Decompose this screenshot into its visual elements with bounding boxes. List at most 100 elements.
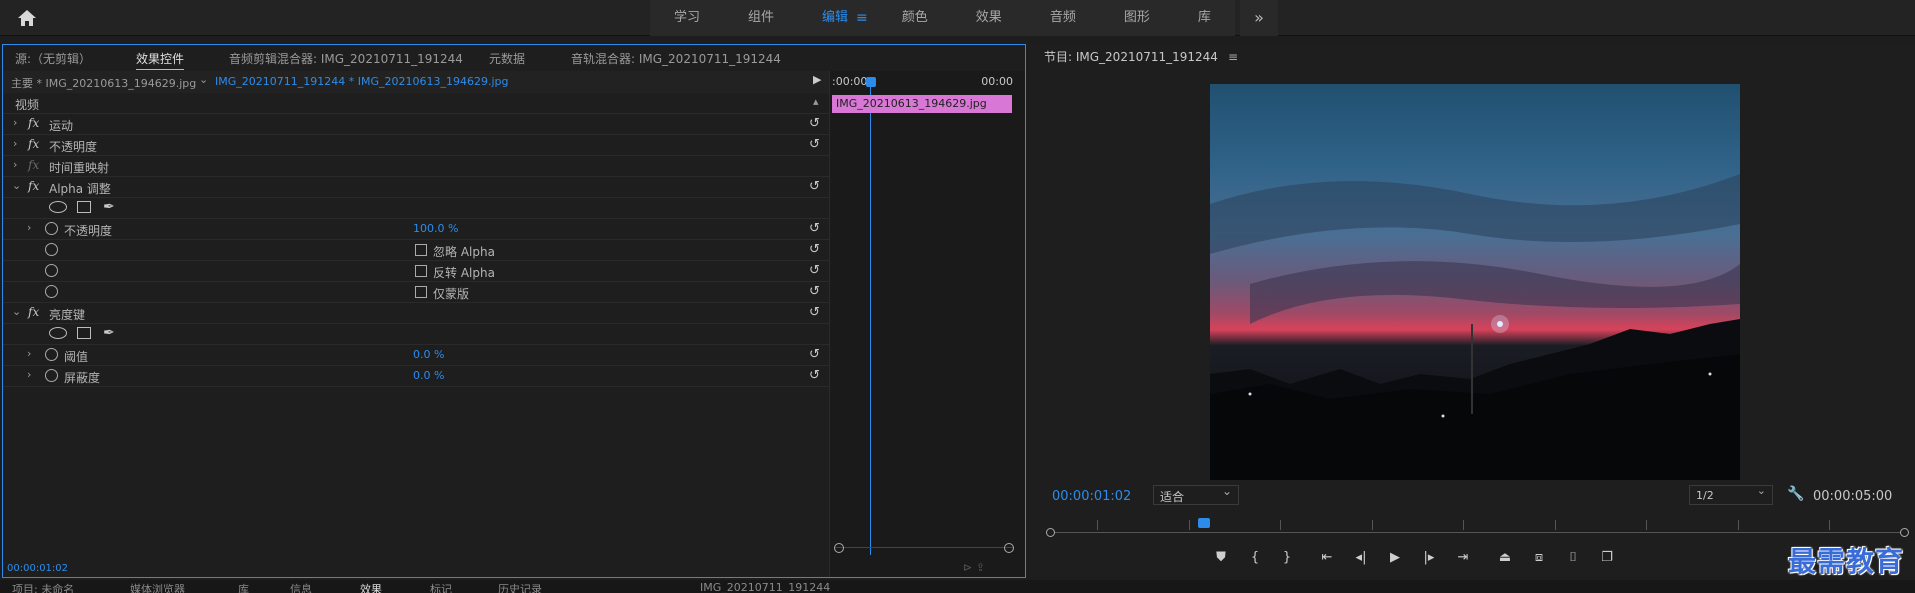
effect-timeline[interactable]: :00:00 00:00 IMG_20210613_194629.jpg [829, 71, 1025, 577]
stopwatch-icon[interactable] [45, 369, 58, 382]
reset-icon[interactable]: ↺ [809, 284, 820, 299]
playback-resolution-select[interactable]: 1/2 [1689, 484, 1773, 505]
program-monitor-title[interactable]: 节目: IMG_20210711_191244 ≡ [1044, 48, 1238, 65]
timeline-zoom-scrollbar[interactable] [834, 543, 1014, 555]
ellipse-mask-icon[interactable] [49, 327, 67, 339]
add-marker-icon[interactable]: ⛊ [1210, 546, 1232, 570]
workspace-tab-color[interactable]: 颜色 [878, 0, 952, 36]
pen-mask-icon[interactable]: ✒ [103, 325, 115, 341]
timeline-clip[interactable]: IMG_20210613_194629.jpg [832, 95, 1012, 113]
tab-audio-clip-mixer[interactable]: 音频剪辑混合器: IMG_20210711_191244 [229, 50, 463, 67]
reset-icon[interactable]: ↺ [809, 221, 820, 236]
chevron-right-icon[interactable]: › [13, 116, 17, 129]
workspace-tab-assembly[interactable]: 组件 [724, 0, 798, 36]
effect-row-motion[interactable]: › fx 运动 ↺ [3, 114, 829, 135]
reset-icon[interactable]: ↺ [809, 116, 820, 131]
chevron-down-icon[interactable]: ⌄ [12, 305, 21, 318]
workspace-tab-graphics[interactable]: 图形 [1100, 0, 1174, 36]
param-value-cutoff[interactable]: 0.0 % [413, 369, 444, 382]
monitor-playhead[interactable] [1198, 518, 1210, 528]
zoom-fit-select[interactable]: 适合 [1153, 484, 1239, 505]
tab-metadata[interactable]: 元数据 [489, 50, 525, 67]
rectangle-mask-icon[interactable] [77, 201, 91, 213]
param-value-threshold[interactable]: 0.0 % [413, 348, 444, 361]
reset-icon[interactable]: ↺ [809, 347, 820, 362]
program-video-frame[interactable] [1210, 84, 1740, 480]
chevron-right-icon[interactable]: › [27, 368, 31, 381]
footer-filter-icon[interactable]: ⊳ ⇪ [963, 561, 985, 574]
tab-audio-track-mixer[interactable]: 音轨混合器: IMG_20210711_191244 [571, 50, 781, 67]
chevron-right-icon[interactable]: › [27, 221, 31, 234]
param-row-threshold[interactable]: › 阈值 0.0 % ↺ [3, 345, 829, 366]
comparison-view-icon[interactable]: ❐ [1596, 546, 1618, 570]
fx-icon[interactable]: fx [28, 137, 39, 151]
reset-icon[interactable]: ↺ [809, 263, 820, 278]
effect-row-time-remap[interactable]: › fx 时间重映射 [3, 156, 829, 177]
reset-icon[interactable]: ↺ [809, 179, 820, 194]
step-forward-icon[interactable]: |▸ [1418, 546, 1440, 570]
workspace-tab-libraries[interactable]: 库 [1174, 0, 1235, 36]
param-row-mask-only[interactable]: 仅蒙版 ↺ [3, 282, 829, 303]
tab-markers[interactable]: 标记 [430, 581, 452, 593]
fx-icon[interactable]: fx [28, 179, 39, 193]
tab-libraries[interactable]: 库 [238, 581, 249, 593]
tab-project[interactable]: 项目: 未命名 [12, 581, 74, 593]
tab-history[interactable]: 历史记录 [498, 581, 542, 593]
workspace-tab-audio[interactable]: 音频 [1026, 0, 1100, 36]
camera-export-frame-icon[interactable]: ⌷ [1562, 546, 1584, 570]
playhead-handle[interactable] [866, 77, 876, 87]
rectangle-mask-icon[interactable] [77, 327, 91, 339]
stopwatch-icon[interactable] [45, 222, 58, 235]
tab-effect-controls[interactable]: 效果控件 [136, 50, 185, 70]
step-back-icon[interactable]: ◂| [1350, 546, 1372, 570]
mask-only-checkbox[interactable] [415, 286, 427, 298]
play-icon[interactable]: ▶ [1384, 546, 1406, 570]
ellipse-mask-icon[interactable] [49, 201, 67, 213]
stopwatch-icon[interactable] [45, 264, 58, 277]
tab-info[interactable]: 信息 [290, 581, 312, 593]
zoom-handle-right[interactable] [1900, 528, 1909, 537]
param-row-invert-alpha[interactable]: 反转 Alpha ↺ [3, 261, 829, 282]
reset-icon[interactable]: ↺ [809, 368, 820, 383]
go-to-in-icon[interactable]: ⇤ [1316, 546, 1338, 570]
zoom-handle-left[interactable] [1046, 528, 1055, 537]
param-row-ignore-alpha[interactable]: 忽略 Alpha ↺ [3, 240, 829, 261]
chevron-down-icon[interactable]: ⌄ [12, 179, 21, 192]
tab-media-browser[interactable]: 媒体浏览器 [130, 581, 185, 593]
workspace-tab-effects[interactable]: 效果 [952, 0, 1026, 36]
mark-in-icon[interactable]: { [1244, 546, 1266, 570]
param-row-cutoff[interactable]: › 屏蔽度 0.0 % ↺ [3, 366, 829, 387]
playhead-timecode[interactable]: 00:00:01:02 [1052, 489, 1131, 504]
chevron-right-icon[interactable]: › [13, 158, 17, 171]
effect-row-opacity[interactable]: › fx 不透明度 ↺ [3, 135, 829, 156]
extract-icon[interactable]: ⧈ [1528, 546, 1550, 570]
param-value-opacity[interactable]: 100.0 % [413, 222, 458, 235]
home-icon[interactable] [16, 8, 38, 28]
go-to-out-icon[interactable]: ⇥ [1452, 546, 1474, 570]
tab-sequence[interactable]: IMG_20210711_191244 [700, 581, 830, 593]
lift-icon[interactable]: ⏏ [1494, 546, 1516, 570]
chevron-up-icon[interactable]: ▴ [813, 95, 819, 108]
workspace-menu-icon[interactable]: ≡ [856, 0, 868, 36]
invert-alpha-checkbox[interactable] [415, 265, 427, 277]
reset-icon[interactable]: ↺ [809, 137, 820, 152]
panel-menu-icon[interactable]: ≡ [1228, 50, 1238, 64]
mark-out-icon[interactable]: } [1276, 546, 1298, 570]
fx-icon[interactable]: fx [28, 116, 39, 130]
effect-row-luma-key[interactable]: ⌄ fx 亮度键 ↺ [3, 303, 829, 324]
workspace-overflow-icon[interactable]: » [1240, 0, 1278, 36]
ignore-alpha-checkbox[interactable] [415, 244, 427, 256]
param-row-alpha-opacity[interactable]: › 不透明度 100.0 % ↺ [3, 219, 829, 240]
tab-effects[interactable]: 效果 [360, 581, 382, 593]
footer-timecode[interactable]: 00:00:01:02 [7, 563, 68, 574]
stopwatch-icon[interactable] [45, 243, 58, 256]
chevron-right-icon[interactable]: › [13, 137, 17, 150]
fx-icon[interactable]: fx [28, 305, 39, 319]
reset-icon[interactable]: ↺ [809, 305, 820, 320]
wrench-settings-icon[interactable]: 🔧 [1787, 486, 1804, 502]
tab-source[interactable]: 源:（无剪辑） [15, 50, 91, 67]
effect-row-alpha-adjust[interactable]: ⌄ fx Alpha 调整 ↺ [3, 177, 829, 198]
stopwatch-icon[interactable] [45, 348, 58, 361]
stopwatch-icon[interactable] [45, 285, 58, 298]
chevron-right-icon[interactable]: › [27, 347, 31, 360]
